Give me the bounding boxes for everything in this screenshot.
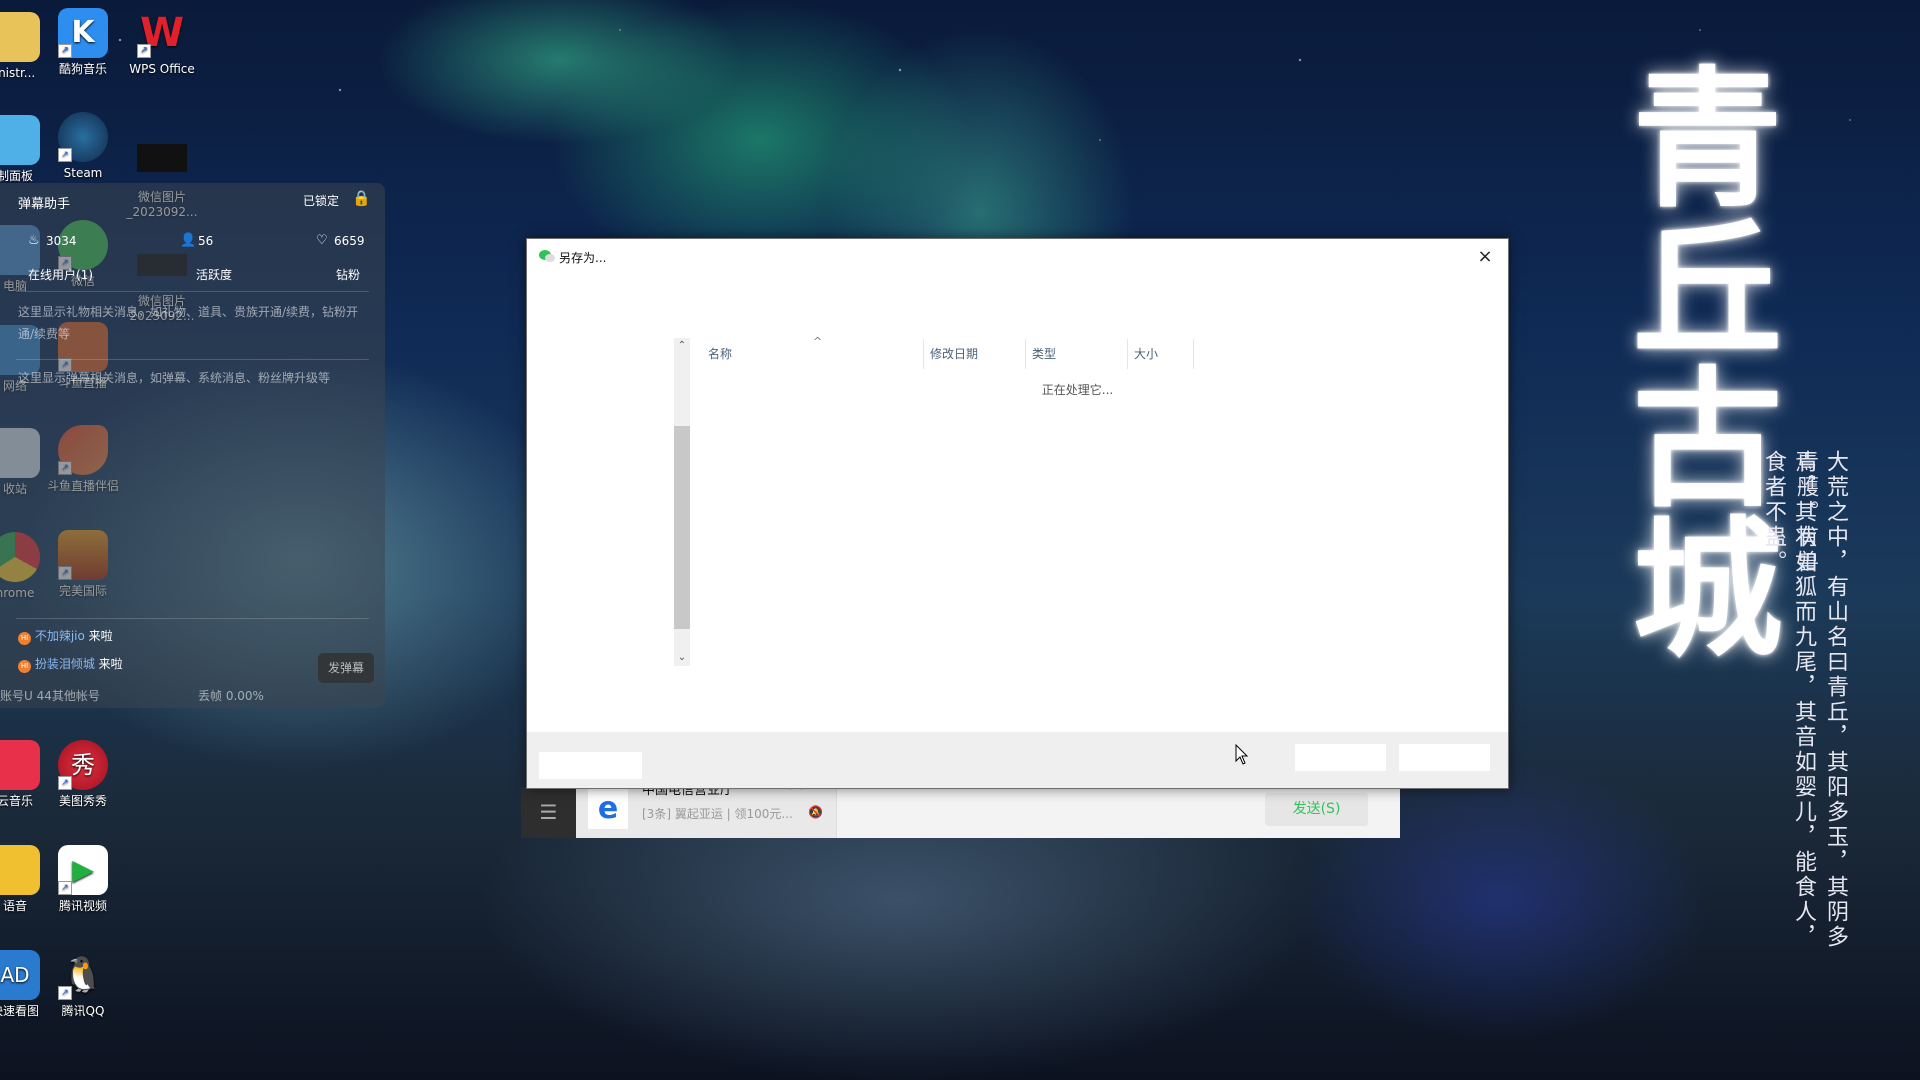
menu-icon[interactable]: ☰ — [521, 787, 576, 838]
chat-list-item[interactable]: e 中国电信营业厅 23/9/1 [3条] 翼起亚运 | 领100元... 🔕 — [576, 779, 837, 838]
frame-loss: 丢帧 0.00% — [198, 689, 264, 703]
qq-icon: 🐧 ↗ — [58, 950, 108, 1000]
desktop-icon-qq[interactable]: 🐧 ↗ 腾讯QQ — [38, 950, 128, 1019]
lock-icon[interactable]: 🔒 — [352, 189, 371, 207]
message-hint: 这里显示弹幕相关消息，如弹幕、系统消息、粉丝牌升级等 — [18, 371, 331, 385]
meitu-icon: 秀 ↗ — [58, 740, 108, 790]
steam-icon: ↗ — [58, 112, 108, 162]
send-button[interactable]: 发送(S) — [1265, 793, 1368, 826]
admin-user-icon — [0, 12, 40, 62]
divider — [16, 618, 369, 619]
fire-icon: ♨ — [28, 233, 40, 248]
divider — [16, 291, 369, 292]
wallpaper-calligraphy: 青丘古城 — [1607, 60, 1783, 660]
lock-status: 已锁定 — [303, 194, 340, 208]
online-label: 在线用户(1) — [28, 268, 93, 282]
dialog-title: 另存为... — [559, 251, 607, 265]
hi-badge-icon: HI — [18, 660, 31, 673]
divider — [16, 359, 369, 360]
column-header-name[interactable]: 名称 — [702, 339, 924, 369]
save-as-dialog: 另存为... × ⌃ ⌄ ^ 名称 修改日期 类型 大小 正在处理它... — [526, 238, 1509, 789]
message-preview: [3条] 翼起亚运 | 领100元... — [642, 807, 793, 821]
loading-status: 正在处理它... — [1041, 383, 1114, 397]
yy-voice-icon — [0, 845, 40, 895]
send-danmu-button[interactable]: 发弹幕 — [318, 653, 374, 683]
control-panel-icon — [0, 115, 40, 165]
heart-icon: ♡ — [316, 233, 328, 248]
desktop-icon-meitu[interactable]: 秀 ↗ 美图秀秀 — [38, 740, 128, 809]
save-button[interactable] — [1295, 744, 1386, 771]
column-header-modified[interactable]: 修改日期 — [924, 339, 1026, 369]
wps-office-icon: W ↗ — [137, 8, 187, 58]
dialog-footer — [527, 732, 1508, 788]
entry-action: 来啦 — [98, 657, 123, 671]
scroll-thumb[interactable] — [674, 426, 690, 629]
scroll-up-icon[interactable]: ⌃ — [674, 338, 690, 354]
desktop-icon-kugou[interactable]: K ↗ 酷狗音乐 — [38, 8, 128, 77]
desktop-icon-steam[interactable]: ↗ Steam — [38, 112, 128, 181]
entry-row: HI 不加辣jio 来啦 — [18, 627, 113, 645]
entry-user[interactable]: 扮装泪倾城 — [35, 657, 95, 671]
footer-left-button[interactable] — [539, 752, 642, 779]
desktop-icon-wps[interactable]: W ↗ WPS Office — [117, 8, 207, 77]
entry-row: HI 扮装泪倾城 来啦 — [18, 655, 123, 673]
entry-action: 来啦 — [88, 629, 113, 643]
gift-hint: 这里显示礼物相关消息，如礼物、道具、贵族开通/续费，钻粉开通/续费等 — [18, 305, 359, 341]
column-header-size[interactable]: 大小 — [1128, 339, 1194, 369]
hi-badge-icon: HI — [18, 632, 31, 645]
mouse-cursor-icon — [1235, 744, 1249, 765]
china-telecom-avatar: e — [588, 789, 628, 829]
image-viewer-icon: AD — [0, 950, 40, 1000]
online-count: 3034 — [46, 234, 77, 248]
wechat-icon — [539, 250, 555, 262]
wallpaper-verse-2: 焉，其状如狐而九尾，其音如婴儿，能食人，食者不蛊。 — [1761, 450, 1816, 950]
mute-icon: 🔕 — [808, 805, 823, 819]
image-file-icon — [137, 144, 187, 172]
user-icon: 👤 — [180, 233, 197, 248]
danmu-assistant-panel: 弹幕助手 已锁定 🔒 ♨ 3034 在线用户(1) 👤 56 活跃度 ♡ 665… — [0, 183, 385, 708]
close-button[interactable]: × — [1470, 245, 1500, 269]
wechat-window: ☰ e 中国电信营业厅 23/9/1 [3条] 翼起亚运 | 领100元... … — [521, 779, 1400, 838]
cancel-button[interactable] — [1399, 744, 1490, 771]
column-header-type[interactable]: 类型 — [1026, 339, 1128, 369]
desktop-icon-tencent-video[interactable]: ▶ ↗ 腾讯视频 — [38, 845, 128, 914]
account-text[interactable]: 账号U 44其他帐号 — [0, 687, 100, 704]
tencent-video-icon: ▶ ↗ — [58, 845, 108, 895]
netease-music-icon — [0, 740, 40, 790]
entry-user[interactable]: 不加辣jio — [35, 629, 85, 643]
scroll-down-icon[interactable]: ⌄ — [674, 650, 690, 666]
activity-count: 56 — [198, 234, 214, 248]
panel-title: 弹幕助手 — [18, 197, 71, 212]
activity-label: 活跃度 — [196, 268, 233, 282]
diamond-fans-count: 6659 — [334, 234, 365, 248]
diamond-fans-label: 钻粉 — [336, 268, 361, 282]
kugou-music-icon: K ↗ — [58, 8, 108, 58]
